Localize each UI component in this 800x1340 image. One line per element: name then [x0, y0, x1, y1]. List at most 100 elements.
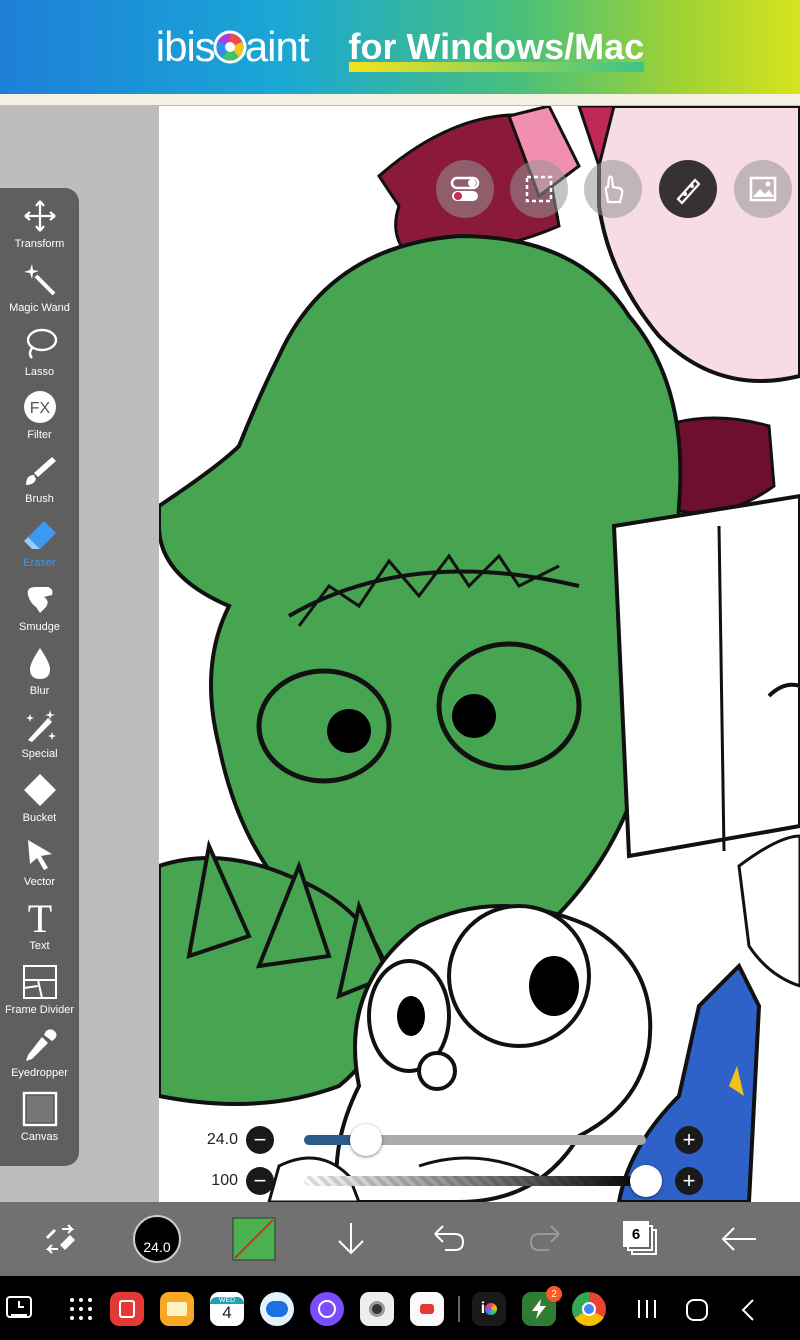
brush-size-slider[interactable]: 24.0 − + — [190, 1124, 710, 1156]
files-app-icon[interactable] — [160, 1292, 194, 1326]
dashed-selection-icon — [525, 175, 553, 203]
tool-magic-wand[interactable]: Magic Wand — [0, 258, 79, 322]
tool-label: Smudge — [19, 620, 60, 633]
svg-text:T: T — [27, 898, 51, 938]
opacity-slider-thumb[interactable] — [630, 1165, 662, 1197]
undo-button[interactable] — [420, 1202, 478, 1276]
canvas-square-icon — [22, 1087, 58, 1131]
touch-mode-button[interactable] — [584, 160, 642, 218]
tool-label: Lasso — [24, 365, 55, 378]
magic-wand-icon — [22, 258, 58, 302]
promo-banner[interactable]: ibis aint for Windows/Mac — [0, 0, 800, 94]
tool-brush[interactable]: Brush — [0, 449, 79, 513]
image-icon — [749, 176, 777, 202]
arrow-down-icon — [338, 1223, 364, 1255]
back-nav-icon[interactable] — [738, 1298, 758, 1322]
color-button[interactable] — [226, 1202, 282, 1276]
eraser-icon — [22, 513, 58, 557]
arrow-left-icon — [721, 1227, 756, 1251]
smudge-finger-icon — [22, 577, 58, 621]
size-increase-button[interactable]: + — [675, 1126, 703, 1154]
transform-arrows-icon — [22, 194, 58, 238]
tool-label: Special — [21, 748, 58, 761]
color-wheel-logo-icon — [213, 30, 247, 64]
tool-canvas[interactable]: Canvas — [0, 1087, 79, 1151]
opacity-decrease-button[interactable]: − — [246, 1167, 274, 1195]
lightning-app-icon[interactable]: 2 — [522, 1286, 562, 1326]
home-nav-icon[interactable] — [685, 1298, 709, 1322]
brush-icon — [22, 449, 58, 493]
opacity-slider[interactable]: 100 − + — [190, 1165, 710, 1197]
banner-tagline: for Windows/Mac — [348, 26, 645, 72]
tool-special[interactable]: Special — [0, 704, 79, 768]
tool-filter[interactable]: FX Filter — [0, 385, 79, 449]
layers-button[interactable]: 6 — [612, 1202, 670, 1276]
tool-label: Brush — [25, 493, 54, 506]
frame-divider-icon — [22, 960, 58, 1004]
swap-tools-icon — [45, 1224, 75, 1254]
ruler-pen-icon — [676, 178, 701, 205]
tool-text[interactable]: T Text — [0, 896, 79, 960]
notification-badge: 2 — [546, 1286, 562, 1302]
redo-button[interactable] — [516, 1202, 574, 1276]
tool-smudge[interactable]: Smudge — [0, 577, 79, 641]
bottom-toolbar: 24.0 6 — [0, 1202, 800, 1276]
messages-app-icon[interactable] — [260, 1292, 294, 1326]
tool-eraser[interactable]: Eraser — [0, 513, 79, 577]
calendar-date: 4 — [222, 1302, 232, 1322]
stabilizer-button[interactable] — [659, 160, 717, 218]
size-slider-thumb[interactable] — [349, 1124, 382, 1156]
recent-apps-nav-icon[interactable] — [636, 1298, 658, 1320]
ibispaint-app-icon[interactable]: i — [472, 1292, 506, 1326]
tool-frame-divider[interactable]: Frame Divider — [0, 960, 79, 1024]
tool-lasso[interactable]: Lasso — [0, 322, 79, 386]
brush-size-button[interactable]: 24.0 — [126, 1202, 188, 1276]
cursor-arrow-icon — [22, 832, 58, 876]
hand-pointer-icon — [604, 175, 624, 204]
tool-label: Text — [29, 939, 50, 952]
reference-image-button[interactable] — [734, 160, 792, 218]
layer-down-button[interactable] — [322, 1202, 380, 1276]
tool-label: Blur — [29, 684, 50, 697]
size-decrease-button[interactable]: − — [246, 1126, 274, 1154]
color-swatch-icon — [232, 1217, 276, 1261]
opacity-increase-button[interactable]: + — [675, 1167, 703, 1195]
drawing-canvas[interactable] — [159, 106, 800, 1202]
eyedropper-icon — [22, 1023, 58, 1067]
media-app-icon[interactable] — [410, 1292, 444, 1326]
taskbar-divider — [458, 1296, 460, 1322]
chrome-app-icon[interactable] — [572, 1292, 606, 1326]
tool-blur[interactable]: Blur — [0, 641, 79, 705]
layer-count: 6 — [623, 1221, 649, 1247]
tool-label: Eraser — [23, 556, 56, 569]
artwork — [159, 106, 800, 1202]
camera-app-icon[interactable] — [360, 1292, 394, 1326]
tool-transform[interactable]: Transform — [0, 194, 79, 258]
tool-label: Frame Divider — [4, 1003, 75, 1016]
back-button[interactable] — [710, 1202, 768, 1276]
tool-eyedropper[interactable]: Eyedropper — [0, 1023, 79, 1087]
tool-label: Vector — [23, 875, 56, 888]
toggle-panel-button[interactable] — [436, 160, 494, 218]
tool-label: Transform — [14, 238, 65, 250]
lasso-icon — [22, 322, 58, 366]
opacity-value: 100 — [211, 1172, 238, 1189]
tool-label: Filter — [27, 429, 52, 442]
browser-app-icon[interactable] — [310, 1292, 344, 1326]
swap-colors-button[interactable] — [30, 1202, 90, 1276]
tool-panel: Transform Magic Wand Lasso FX Filter Brush Era… — [0, 188, 79, 1166]
brand-text-left: ibis — [155, 23, 216, 70]
banner-divider — [0, 94, 800, 106]
calendar-app-icon[interactable]: WED 4 — [210, 1292, 244, 1326]
tool-label: Canvas — [20, 1131, 59, 1144]
sparkle-pen-icon — [22, 704, 58, 748]
app-drawer-grid-icon[interactable] — [68, 1296, 94, 1322]
text-t-icon: T — [22, 896, 58, 940]
selection-button[interactable] — [510, 160, 568, 218]
undo-icon — [434, 1225, 465, 1251]
notes-app-icon[interactable] — [110, 1292, 144, 1326]
tool-vector[interactable]: Vector — [0, 832, 79, 896]
brand-text-right: aint — [244, 23, 310, 70]
tool-bucket[interactable]: Bucket — [0, 768, 79, 832]
recents-clock-icon[interactable] — [5, 1294, 35, 1322]
